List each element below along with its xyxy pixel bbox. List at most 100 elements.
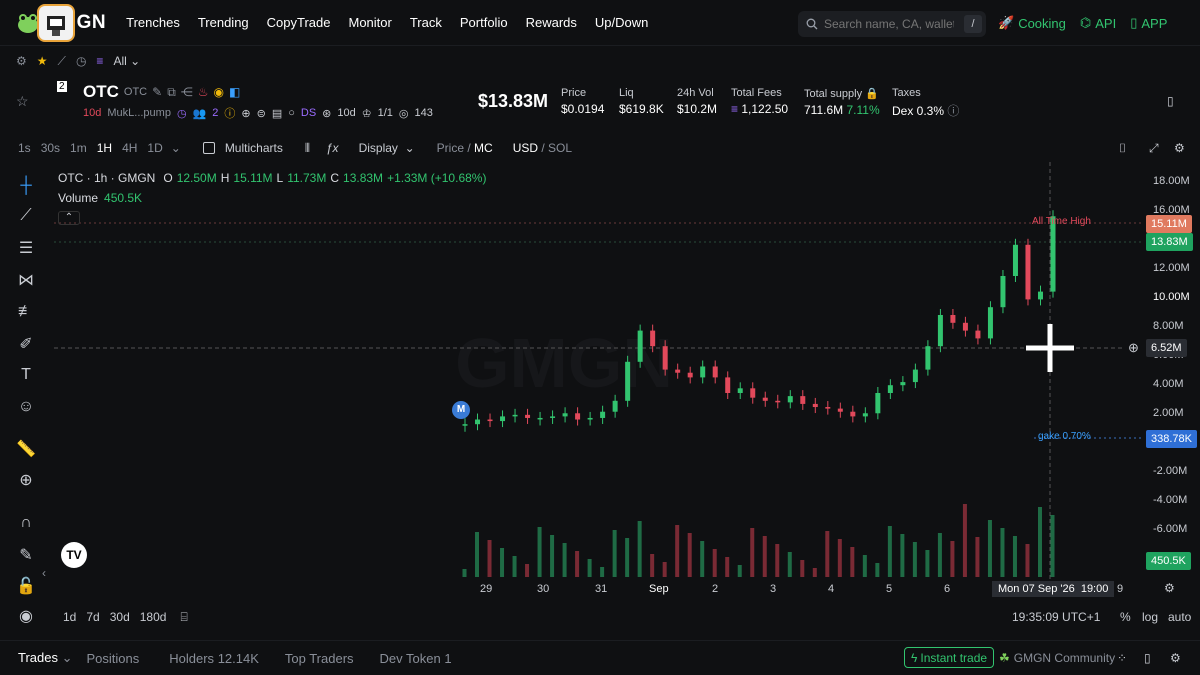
history-icon[interactable]: ◷: [76, 54, 86, 68]
fullscreen-icon[interactable]: ⤢: [1149, 141, 1159, 156]
log-toggle[interactable]: log: [1142, 610, 1158, 624]
camera-icon[interactable]: ⌷: [1119, 141, 1126, 156]
chevron-down-icon[interactable]: ⌄: [171, 141, 181, 155]
globe-icon[interactable]: ⊕: [241, 107, 250, 120]
nav-link-monitor[interactable]: Monitor: [348, 15, 391, 30]
interval-1d[interactable]: 1D: [147, 141, 162, 155]
nav-link-track[interactable]: Track: [410, 15, 442, 30]
price-chart[interactable]: GMGN: [44, 162, 1200, 602]
interval-1s[interactable]: 1s: [18, 141, 31, 155]
nav-link-portfolio[interactable]: Portfolio: [460, 15, 508, 30]
help-icon[interactable]: ⓘ: [947, 104, 959, 118]
range-30d[interactable]: 30d: [110, 610, 130, 624]
volume-bar: [575, 551, 580, 577]
legend-o: 12.50M: [176, 171, 217, 185]
text-tool-icon[interactable]: T: [16, 365, 36, 385]
magnet-tool-icon[interactable]: ∩: [16, 513, 36, 533]
chart-svg[interactable]: GMGN: [44, 162, 1200, 602]
unlock-tool-icon[interactable]: 🔓: [16, 576, 36, 596]
coin-icon[interactable]: ⊜: [257, 107, 266, 120]
layout-icon[interactable]: ▯: [1144, 651, 1151, 665]
migration-marker-icon[interactable]: M: [452, 401, 470, 419]
add-alert-icon[interactable]: ⊕: [1128, 340, 1139, 356]
nav-link-trenches[interactable]: Trenches: [126, 15, 180, 30]
community-button[interactable]: ☘ GMGN Community: [999, 651, 1115, 665]
nav-link-trending[interactable]: Trending: [198, 15, 249, 30]
share-icon[interactable]: ⋲: [181, 85, 193, 99]
panel-toggle-icon[interactable]: ▯: [1167, 94, 1174, 108]
candle-body: [612, 400, 618, 412]
trendline-tool-icon[interactable]: ⟋: [16, 206, 36, 226]
token-ticker: OTC: [123, 86, 148, 98]
chat-icon[interactable]: ▤: [272, 107, 282, 120]
tradingview-logo-icon[interactable]: TV: [61, 542, 87, 568]
volume-bar: [800, 560, 805, 577]
candle-body: [487, 419, 493, 422]
auto-toggle[interactable]: auto: [1168, 610, 1191, 624]
bubble-icon[interactable]: ⁘: [1117, 651, 1127, 665]
collapse-legend-button[interactable]: ⌃: [58, 211, 80, 225]
nav-link-updown[interactable]: Up/Down: [595, 15, 648, 30]
edit-icon[interactable]: ✎: [152, 85, 162, 99]
tab-positions[interactable]: Positions: [87, 651, 140, 666]
star-icon[interactable]: ★: [37, 54, 48, 68]
tab-trades[interactable]: Trades ⌄: [18, 650, 73, 666]
instant-trade-button[interactable]: ϟ Instant trade: [904, 647, 995, 668]
pattern-tool-icon[interactable]: ⋈: [16, 270, 36, 290]
tab-dev-token[interactable]: Dev Token 1: [380, 651, 452, 666]
interval-30s[interactable]: 30s: [41, 141, 60, 155]
chart-settings-icon[interactable]: ⚙: [1174, 141, 1185, 155]
lock-icon: 🔒: [865, 88, 879, 100]
candle-body: [962, 322, 968, 331]
solana-icon[interactable]: ≡: [96, 54, 103, 68]
avatar-badge: 2: [57, 81, 67, 92]
usd-sol-toggle[interactable]: USD / SOL: [513, 141, 572, 155]
nav-link-copytrade[interactable]: CopyTrade: [267, 15, 331, 30]
range-1d[interactable]: 1d: [63, 610, 76, 624]
multicharts-checkbox[interactable]: [202, 142, 215, 154]
clock-icon: ◷: [176, 107, 187, 120]
tab-top-traders[interactable]: Top Traders: [285, 651, 354, 666]
api-button[interactable]: ⌬ API: [1080, 15, 1116, 31]
app-button[interactable]: ▯ APP: [1130, 15, 1167, 31]
copy-icon[interactable]: ⧉: [167, 85, 176, 100]
crosshair-tool-icon[interactable]: ┼: [16, 176, 36, 196]
multicharts-label[interactable]: Multicharts: [225, 141, 283, 155]
indicators-icon[interactable]: ƒx: [326, 141, 339, 155]
chart-axis-settings-icon[interactable]: ⚙: [1164, 581, 1175, 595]
date-range-icon[interactable]: ⌸: [180, 610, 187, 625]
settings-icon[interactable]: ⚙: [16, 54, 27, 68]
search-input[interactable]: [824, 17, 954, 31]
percent-toggle[interactable]: %: [1120, 610, 1131, 624]
horizontal-lines-tool-icon[interactable]: ☰: [16, 238, 36, 258]
tab-holders[interactable]: Holders 12.14K: [169, 651, 259, 666]
candle-body: [537, 417, 543, 420]
chart-icon[interactable]: ⟋: [58, 54, 66, 69]
display-dropdown[interactable]: Display ⌄: [359, 141, 415, 155]
token-address[interactable]: MukL...pump: [107, 107, 171, 119]
interval-1m[interactable]: 1m: [70, 141, 87, 155]
favorite-star-icon[interactable]: ☆: [16, 93, 29, 110]
ruler-tool-icon[interactable]: 📏: [16, 439, 36, 459]
magnify-icon[interactable]: ○: [288, 107, 295, 119]
tabs-settings-icon[interactable]: ⚙: [1170, 651, 1181, 665]
cooking-button[interactable]: 🚀 Cooking: [998, 15, 1066, 31]
nav-link-rewards[interactable]: Rewards: [526, 15, 577, 30]
token-avatar[interactable]: [37, 4, 75, 42]
clock-time[interactable]: 19:35:09 UTC+1: [1012, 610, 1100, 624]
price-mc-toggle[interactable]: Price / MC: [437, 141, 493, 155]
zoom-tool-icon[interactable]: ⊕: [16, 470, 36, 490]
emoji-tool-icon[interactable]: ☺: [16, 397, 36, 417]
volume-bar: [987, 520, 992, 577]
top-nav: GMGN Trenches Trending CopyTrade Monitor…: [0, 0, 1200, 46]
candle-type-icon[interactable]: ⫴: [305, 141, 310, 156]
all-filter-dropdown[interactable]: All ⌄: [113, 54, 140, 68]
range-7d[interactable]: 7d: [86, 610, 99, 624]
interval-1h[interactable]: 1H: [97, 141, 112, 155]
brush-tool-icon[interactable]: ✐: [16, 334, 36, 354]
stat-taxes: Taxes Dex 0.3% ⓘ: [892, 87, 959, 119]
range-180d[interactable]: 180d: [140, 610, 167, 624]
fib-tool-icon[interactable]: ≢: [16, 302, 36, 322]
lock-draw-tool-icon[interactable]: ✎: [16, 545, 36, 565]
interval-4h[interactable]: 4H: [122, 141, 137, 155]
